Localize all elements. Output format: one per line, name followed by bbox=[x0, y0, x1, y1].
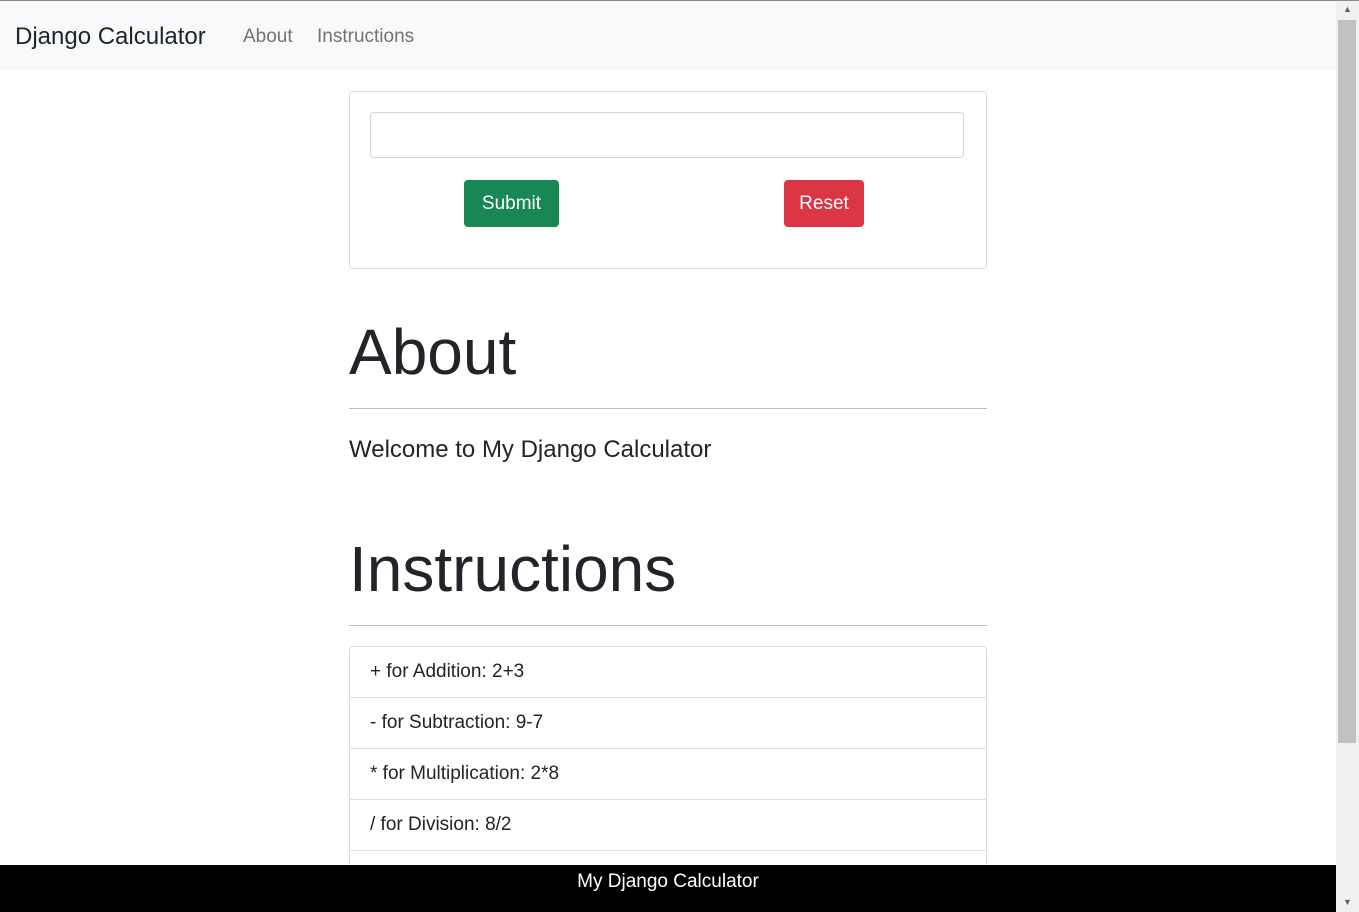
instructions-heading: Instructions bbox=[349, 533, 677, 605]
submit-button[interactable]: Submit bbox=[464, 180, 559, 227]
about-text: Welcome to My Django Calculator bbox=[349, 436, 712, 463]
list-item: / for Division: 8/2 bbox=[350, 800, 986, 851]
footer-text: My Django Calculator bbox=[577, 871, 759, 892]
about-divider bbox=[349, 408, 987, 409]
list-item: * for Multiplication: 2*8 bbox=[350, 749, 986, 800]
scroll-up-arrow-icon[interactable]: ▲ bbox=[1336, 1, 1359, 18]
scroll-down-arrow-icon[interactable]: ▼ bbox=[1336, 894, 1359, 911]
list-item: + for Addition: 2+3 bbox=[350, 647, 986, 698]
nav-link-instructions[interactable]: Instructions bbox=[317, 26, 414, 48]
instructions-divider bbox=[349, 625, 987, 626]
calculator-card: Submit Reset bbox=[349, 91, 987, 269]
navbar-brand[interactable]: Django Calculator bbox=[15, 23, 206, 51]
window-top-border bbox=[0, 0, 1359, 1]
about-heading: About bbox=[349, 316, 517, 388]
scrollbar-thumb[interactable] bbox=[1338, 20, 1356, 743]
nav-link-about[interactable]: About bbox=[243, 26, 293, 48]
navbar: Django Calculator About Instructions bbox=[0, 1, 1336, 71]
expression-input[interactable] bbox=[370, 112, 964, 158]
vertical-scrollbar[interactable]: ▲ ▼ bbox=[1336, 1, 1359, 912]
reset-button[interactable]: Reset bbox=[784, 180, 864, 227]
footer: My Django Calculator bbox=[0, 865, 1336, 912]
list-item: - for Subtraction: 9-7 bbox=[350, 698, 986, 749]
page-viewport: Django Calculator About Instructions Sub… bbox=[0, 0, 1336, 912]
